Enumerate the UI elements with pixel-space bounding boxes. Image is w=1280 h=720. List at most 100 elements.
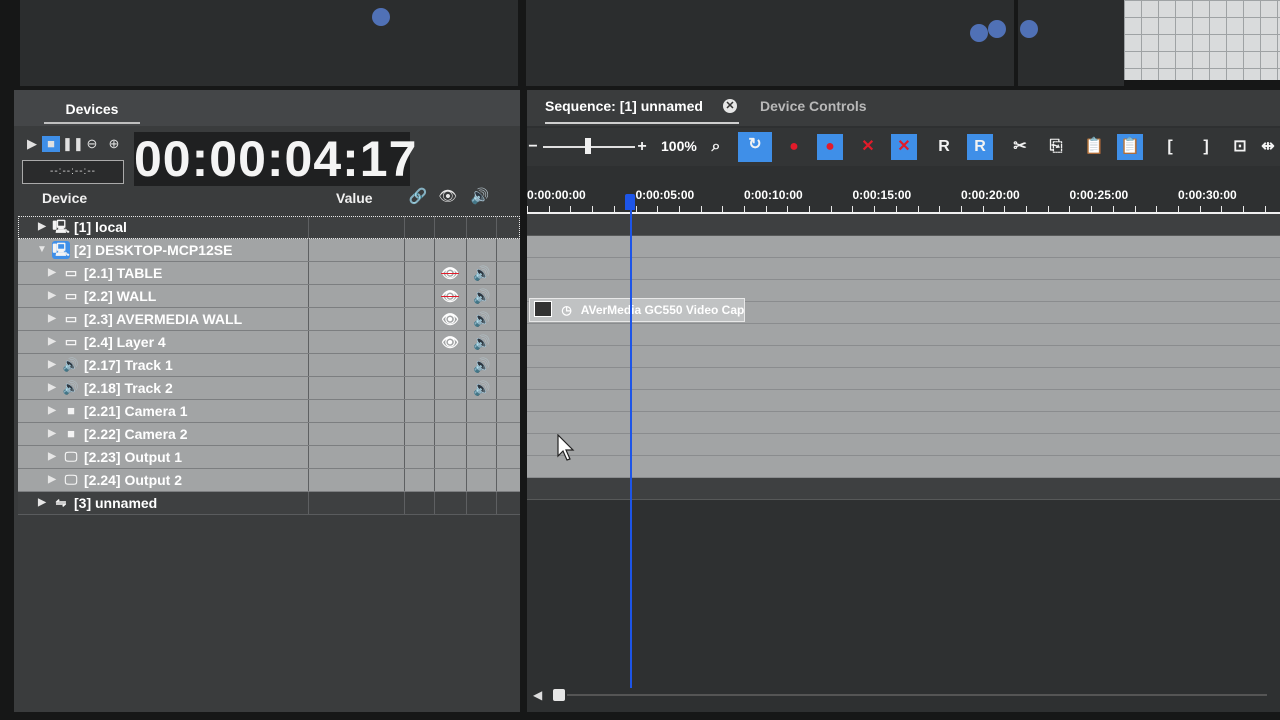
tree-row[interactable]: ▶ 🔊 [2.17] Track 1 🔊 xyxy=(18,354,520,377)
timeline-track-row[interactable] xyxy=(527,324,1280,346)
scrollbar-track[interactable] xyxy=(567,694,1267,696)
tree-row[interactable]: ▼ 🖳 [2] DESKTOP-MCP12SE xyxy=(18,239,520,262)
zoom-slider-handle[interactable] xyxy=(585,138,591,154)
copy-icon[interactable]: ⎘ xyxy=(1043,134,1069,160)
pause-icon[interactable]: ❚❚ xyxy=(62,136,84,152)
snap-icon[interactable]: ↻ xyxy=(738,132,772,162)
zoom-plus-icon[interactable]: + xyxy=(631,134,653,160)
expand-arrow-icon[interactable]: ▶ xyxy=(46,449,58,465)
tree-row[interactable]: ▶ ■ [2.22] Camera 2 xyxy=(18,423,520,446)
scrollbar-thumb[interactable] xyxy=(553,689,565,701)
tab-device-controls[interactable]: Device Controls xyxy=(760,96,867,116)
ruler-tick xyxy=(852,206,853,212)
timeline-track-row[interactable] xyxy=(527,368,1280,390)
collapse-arrow-icon[interactable]: ▼ xyxy=(36,242,48,258)
timeline-track-row[interactable] xyxy=(527,478,1280,500)
expand-arrow-icon[interactable]: ▶ xyxy=(46,265,58,281)
timeline-ruler[interactable]: 0:00:00:00 0:00:05:00 0:00:10:00 0:00:15:00… xyxy=(527,180,1280,215)
link-icon[interactable]: 🔗 xyxy=(408,188,428,206)
column-divider xyxy=(404,377,405,399)
timeline-clip[interactable]: ◷ AVerMedia GC550 Video Cap xyxy=(529,298,745,322)
tree-row[interactable]: ▶ ▭ [2.1] TABLE 👁 🔊 xyxy=(18,262,520,285)
timeline-track-row[interactable] xyxy=(527,214,1280,236)
r-active-icon[interactable]: R xyxy=(967,134,993,160)
tree-row[interactable]: ▶ 🖳 [1] local xyxy=(18,216,520,239)
tree-row[interactable]: ▶ 🖵 [2.23] Output 1 xyxy=(18,446,520,469)
timeline-track-row[interactable] xyxy=(527,346,1280,368)
paste-icon[interactable]: 📋 xyxy=(1081,134,1107,160)
mark-in-icon[interactable]: [ xyxy=(1157,134,1183,160)
timeline-track-row[interactable] xyxy=(527,412,1280,434)
zoom-in-icon[interactable]: ⊕ xyxy=(106,136,122,152)
ruler-tick xyxy=(679,206,680,212)
zoom-minus-icon[interactable]: − xyxy=(523,134,543,160)
tab-devices[interactable]: Devices xyxy=(44,98,140,124)
expand-arrow-icon[interactable]: ▶ xyxy=(46,426,58,442)
eye-hidden-icon[interactable]: 👁 xyxy=(438,287,462,305)
column-divider xyxy=(434,400,435,422)
delete-icon[interactable]: ✕ xyxy=(855,134,881,160)
eye-icon[interactable]: 👁 xyxy=(438,188,458,206)
split-icon[interactable]: ⇹ xyxy=(1257,134,1279,160)
speaker-icon[interactable]: 🔊 xyxy=(470,188,490,206)
ruler-tick xyxy=(831,206,832,212)
ruler-tick xyxy=(1004,206,1005,212)
column-header-device[interactable]: Device xyxy=(42,190,87,206)
record-icon[interactable]: ● xyxy=(781,134,807,160)
column-divider xyxy=(466,239,467,261)
tab-sequence[interactable]: Sequence: [1] unnamed ✕ xyxy=(545,96,739,124)
eye-icon[interactable]: 👁 xyxy=(438,310,462,328)
scissors-icon[interactable]: ✂ xyxy=(1007,134,1033,160)
tree-row[interactable]: ▶ 🖵 [2.24] Output 2 xyxy=(18,469,520,492)
preview-top-right xyxy=(1018,0,1124,86)
horizontal-scrollbar[interactable]: ◀ xyxy=(533,688,1273,702)
expand-arrow-icon[interactable]: ▶ xyxy=(46,357,58,373)
tree-row[interactable]: ▶ ▭ [2.2] WALL 👁 🔊 xyxy=(18,285,520,308)
ruler-tick xyxy=(809,206,810,212)
r-icon[interactable]: R xyxy=(931,134,957,160)
frame-icon[interactable]: ⊡ xyxy=(1227,134,1253,160)
timeline-tracks[interactable] xyxy=(527,214,1280,500)
expand-arrow-icon[interactable]: ▶ xyxy=(46,334,58,350)
speaker-icon[interactable]: 🔊 xyxy=(470,264,494,282)
speaker-icon[interactable]: 🔊 xyxy=(470,379,494,397)
scrubber-field[interactable]: --:--:--:-- xyxy=(22,160,124,184)
expand-arrow-icon[interactable]: ▶ xyxy=(36,495,48,511)
stop-icon[interactable]: ■ xyxy=(42,136,60,152)
timeline-track-row[interactable] xyxy=(527,390,1280,412)
tree-row[interactable]: ▶ ▭ [2.3] AVERMEDIA WALL 👁 🔊 xyxy=(18,308,520,331)
scroll-left-icon[interactable]: ◀ xyxy=(533,688,542,702)
speaker-icon[interactable]: 🔊 xyxy=(470,287,494,305)
timeline-track-row[interactable] xyxy=(527,456,1280,478)
timeline-track-row[interactable] xyxy=(527,434,1280,456)
playhead[interactable] xyxy=(630,194,632,688)
tree-row[interactable]: ▶ 🔊 [2.18] Track 2 🔊 xyxy=(18,377,520,400)
expand-arrow-icon[interactable]: ▶ xyxy=(46,311,58,327)
timeline-track-row[interactable] xyxy=(527,258,1280,280)
zoom-fit-icon[interactable]: ⌕ xyxy=(703,134,729,160)
tree-row[interactable]: ▶ ■ [2.21] Camera 1 xyxy=(18,400,520,423)
close-icon[interactable]: ✕ xyxy=(723,99,737,113)
column-divider xyxy=(496,400,497,422)
timeline-track-row[interactable] xyxy=(527,236,1280,258)
delete-active-icon[interactable]: ✕ xyxy=(891,134,917,160)
column-header-value[interactable]: Value xyxy=(336,190,373,206)
play-icon[interactable]: ▶ xyxy=(24,136,40,152)
tree-row[interactable]: ▶ ⇋ [3] unnamed xyxy=(18,492,520,515)
zoom-out-icon[interactable]: ⊖ xyxy=(84,136,100,152)
mark-out-icon[interactable]: ] xyxy=(1193,134,1219,160)
expand-arrow-icon[interactable]: ▶ xyxy=(46,380,58,396)
column-divider xyxy=(434,492,435,514)
eye-hidden-icon[interactable]: 👁 xyxy=(438,264,462,282)
eye-icon[interactable]: 👁 xyxy=(438,333,462,351)
paste-active-icon[interactable]: 📋 xyxy=(1117,134,1143,160)
expand-arrow-icon[interactable]: ▶ xyxy=(46,288,58,304)
speaker-icon[interactable]: 🔊 xyxy=(470,333,494,351)
expand-arrow-icon[interactable]: ▶ xyxy=(46,403,58,419)
tree-row[interactable]: ▶ ▭ [2.4] Layer 4 👁 🔊 xyxy=(18,331,520,354)
speaker-icon[interactable]: 🔊 xyxy=(470,310,494,328)
record-active-icon[interactable]: ● xyxy=(817,134,843,160)
expand-arrow-icon[interactable]: ▶ xyxy=(46,472,58,488)
expand-arrow-icon[interactable]: ▶ xyxy=(36,219,48,235)
speaker-icon[interactable]: 🔊 xyxy=(470,356,494,374)
